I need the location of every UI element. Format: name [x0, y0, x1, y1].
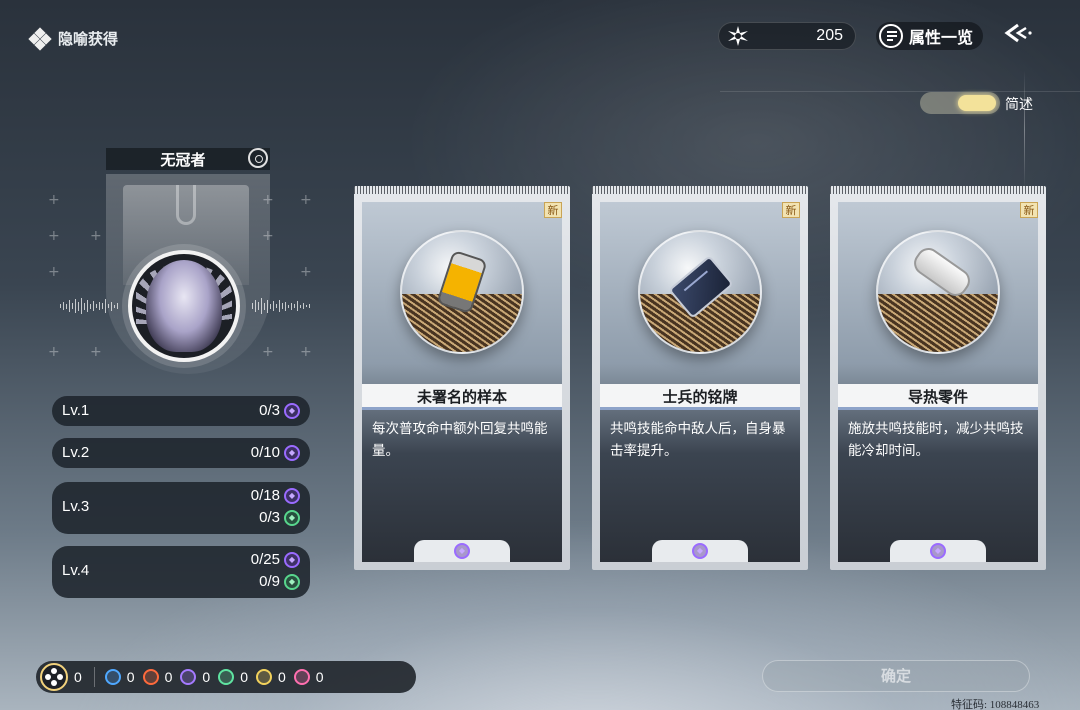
aero-echo-icon: ◆ [284, 574, 300, 590]
level-row-4: Lv.4 0/25 ◆ 0/9 ◆ [52, 546, 310, 598]
aero-filter-icon[interactable] [218, 669, 235, 685]
fusion-filter-icon[interactable] [142, 669, 159, 685]
decor-plus: + [300, 344, 312, 360]
header-divider [720, 91, 1080, 92]
summary-toggle-label: 简述 [1005, 97, 1033, 113]
card-barcode [354, 186, 570, 194]
summary-toggle[interactable] [920, 92, 1000, 114]
thermal-part-icon [909, 243, 975, 301]
decor-plus: + [48, 344, 60, 360]
havoc-echo-icon: ◆ [692, 543, 708, 559]
diamond-cluster-icon [28, 26, 52, 51]
new-badge: 新 [782, 202, 800, 218]
back-button[interactable] [1000, 22, 1034, 50]
character-name: 无冠者 [160, 150, 206, 169]
element-filter-bar: 0 0 0 0 0 0 0 [36, 661, 416, 693]
glacio-count: 0 [126, 669, 135, 685]
havoc-echo-icon: ◆ [454, 543, 470, 559]
decor-plus: + [262, 228, 274, 244]
all-elements-filter-icon[interactable] [40, 663, 68, 691]
aero-echo-icon: ◆ [284, 510, 300, 526]
aero-count: 0 [240, 669, 248, 685]
reward-card-2[interactable]: 新 士兵的铭牌 共鸣技能命中敌人后，自身暴击率提升。 ◆ [592, 186, 808, 570]
card-footer: ◆ [652, 540, 748, 562]
glacio-filter-icon[interactable] [104, 669, 121, 685]
item-orb [400, 230, 524, 354]
new-badge: 新 [544, 202, 562, 218]
level-row-3: Lv.3 0/18 ◆ 0/3 ◆ [52, 482, 310, 534]
item-orb [638, 230, 762, 354]
card-barcode [830, 186, 1046, 194]
havoc-echo-icon: ◆ [284, 552, 300, 568]
havoc-echo-icon: ◆ [284, 403, 300, 419]
decor-plus: + [300, 264, 312, 280]
attributes-overview-button[interactable]: 属性一览 [876, 22, 984, 50]
starburst-currency-icon [728, 26, 748, 46]
card-title: 导热零件 [838, 384, 1038, 410]
filter-divider [93, 667, 95, 687]
pedestal-slot [176, 185, 196, 225]
level-progress: 0/10 [250, 444, 280, 461]
list-icon [879, 24, 903, 48]
page-title-group: 隐喻获得 [28, 26, 119, 51]
level-label: Lv.2 [62, 444, 90, 461]
portrait-face [146, 260, 222, 352]
level-row-1: Lv.1 0/3 ◆ [52, 396, 310, 426]
character-name-bar: 无冠者 [106, 148, 270, 170]
feature-code: 特征码: 108848463 [951, 699, 1040, 710]
all-count: 0 [74, 669, 82, 685]
decor-plus: + [48, 192, 60, 208]
level-progress: 0/3 [259, 402, 280, 419]
attributes-overview-label: 属性一览 [909, 28, 974, 47]
havoc-filter-icon[interactable] [180, 669, 197, 685]
electro-filter-icon[interactable] [255, 669, 272, 685]
card-title: 未署名的样本 [362, 384, 562, 410]
back-arrow-icon [1004, 23, 1032, 43]
sound-wave-left [60, 298, 118, 314]
item-orb [876, 230, 1000, 354]
havoc-echo-icon: ◆ [930, 543, 946, 559]
havoc-echo-icon: ◆ [284, 488, 300, 504]
sound-wave-right [252, 298, 310, 314]
character-portrait [128, 250, 240, 362]
fusion-count: 0 [164, 669, 173, 685]
currency-display: 205 [718, 22, 856, 50]
card-footer: ◆ [414, 540, 510, 562]
level-label: Lv.1 [62, 402, 90, 419]
decorative-light-line [1024, 70, 1025, 190]
decor-plus: + [300, 192, 312, 208]
page-title: 隐喻获得 [58, 30, 119, 48]
level-progress: 0/18 [250, 487, 280, 504]
decor-plus: + [48, 264, 60, 280]
new-badge: 新 [1020, 202, 1038, 218]
level-label: Lv.3 [62, 498, 90, 515]
card-description: 每次普攻命中额外回复共鸣能量。 [372, 421, 548, 459]
level-progress: 0/3 [259, 509, 280, 526]
level-progress: 0/25 [250, 551, 280, 568]
decor-plus: + [90, 344, 102, 360]
decor-plus: + [262, 344, 274, 360]
level-row-2: Lv.2 0/10 ◆ [52, 438, 310, 468]
currency-value: 205 [816, 27, 843, 44]
decor-plus: + [90, 228, 102, 244]
card-title: 士兵的铭牌 [600, 384, 800, 410]
havoc-echo-icon: ◆ [284, 445, 300, 461]
card-footer: ◆ [890, 540, 986, 562]
card-barcode [592, 186, 808, 194]
spectro-count: 0 [315, 669, 324, 685]
level-progress: 0/9 [259, 573, 280, 590]
card-description: 施放共鸣技能时，减少共鸣技能冷却时间。 [848, 421, 1024, 459]
inspect-magnifier-icon[interactable] [248, 148, 268, 168]
spectro-filter-icon[interactable] [293, 669, 310, 685]
havoc-count: 0 [202, 669, 211, 685]
decor-plus: + [48, 228, 60, 244]
electro-count: 0 [277, 669, 286, 685]
reward-card-1[interactable]: 新 未署名的样本 每次普攻命中额外回复共鸣能量。 ◆ [354, 186, 570, 570]
confirm-button[interactable]: 确定 [762, 660, 1030, 692]
card-description: 共鸣技能命中敌人后，自身暴击率提升。 [610, 421, 786, 459]
decor-plus: + [262, 192, 274, 208]
reward-card-3[interactable]: 新 导热零件 施放共鸣技能时，减少共鸣技能冷却时间。 ◆ [830, 186, 1046, 570]
toggle-knob [958, 95, 996, 111]
level-label: Lv.4 [62, 562, 90, 579]
